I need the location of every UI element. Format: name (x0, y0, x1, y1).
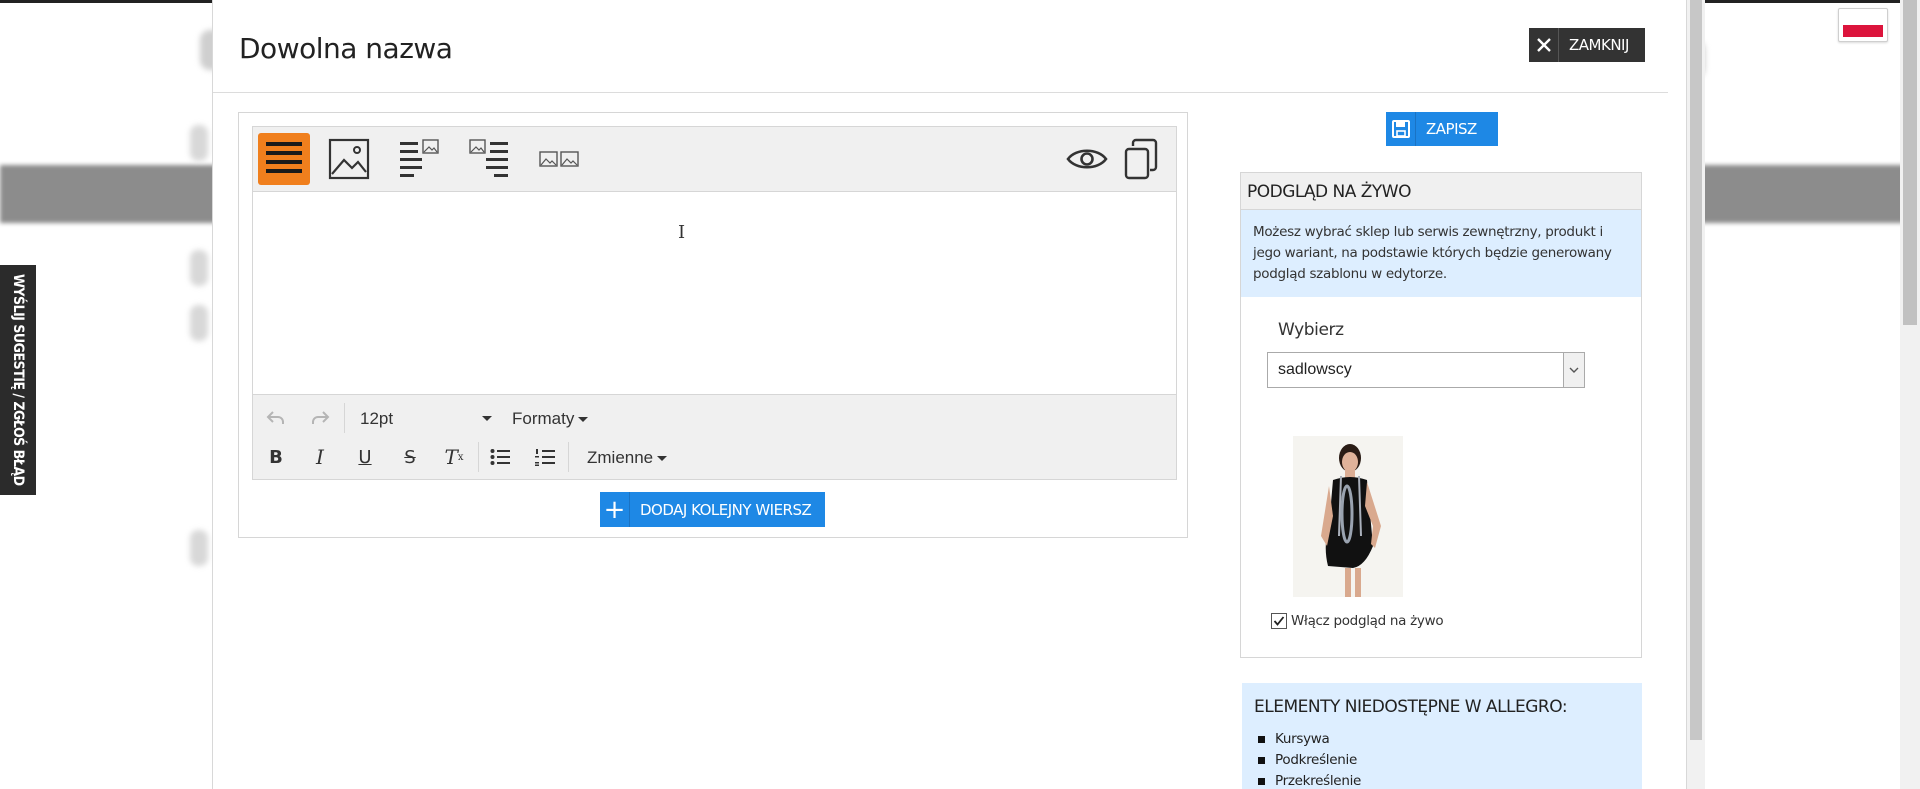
feedback-tab-label: WYŚLIJ SUGESTIĘ / ZGŁOŚ BŁĄD (10, 274, 26, 486)
editor-row: I 12pt Formaty B I U S Tx Zmienne + DODA… (238, 112, 1188, 538)
text-image-layout-button[interactable] (393, 133, 445, 185)
formats-label: Formaty (512, 409, 575, 428)
page-scrollbar-thumb[interactable] (1903, 0, 1917, 325)
image-text-layout-button[interactable] (463, 133, 515, 185)
eye-icon (1066, 149, 1108, 169)
variables-label: Zmienne (587, 448, 654, 467)
close-icon (1529, 28, 1559, 62)
font-size-value: 12pt (360, 409, 394, 428)
close-button-label: ZAMKNIJ (1569, 36, 1629, 54)
two-images-layout-button[interactable] (533, 133, 585, 185)
background-left-edge (190, 0, 212, 789)
layout-toolbar (252, 126, 1177, 192)
chevron-down-icon (657, 456, 668, 462)
unavailable-title: ELEMENTY NIEDOSTĘPNE W ALLEGRO: (1254, 697, 1568, 717)
add-row-label: DODAJ KOLEJNY WIERSZ (640, 500, 812, 519)
live-preview-panel: PODGLĄD NA ŻYWO Możesz wybrać sklep lub … (1240, 172, 1642, 658)
unavailable-list: Kursywa Podkreślenie Przekreślenie (1254, 729, 1630, 789)
language-flag-pl[interactable] (1838, 8, 1888, 42)
save-button-label: ZAPISZ (1426, 120, 1477, 138)
text-lines-icon (266, 142, 302, 173)
close-button[interactable]: ZAMKNIJ (1529, 28, 1645, 62)
floppy-disk-icon (1386, 112, 1416, 146)
chevron-down-icon (482, 416, 492, 421)
formats-dropdown[interactable]: Formaty (512, 409, 589, 429)
add-row-button[interactable]: + DODAJ KOLEJNY WIERSZ (600, 492, 825, 527)
unavailable-elements-box: ELEMENTY NIEDOSTĘPNE W ALLEGRO: Kursywa … (1242, 683, 1642, 789)
list-item: Przekreślenie (1254, 771, 1630, 789)
checkmark-icon (1271, 613, 1287, 629)
list-item: Kursywa (1254, 729, 1630, 750)
text-cursor-icon: I (678, 222, 686, 243)
numbered-list-icon[interactable] (529, 441, 561, 473)
live-preview-checkbox-label: Włącz podgląd na żywo (1291, 613, 1444, 629)
header-divider (213, 92, 1668, 93)
product-image (1293, 436, 1403, 597)
image-text-icon (469, 139, 508, 177)
live-preview-title: PODGLĄD NA ŻYWO (1241, 173, 1641, 210)
preview-button[interactable] (1061, 133, 1113, 185)
plus-icon: + (600, 492, 630, 527)
select-label: Wybierz (1278, 320, 1344, 340)
redo-icon[interactable] (304, 402, 336, 434)
variables-dropdown[interactable]: Zmienne (587, 448, 668, 468)
text-content-area[interactable]: I (252, 192, 1177, 394)
toolbar-separator (478, 442, 479, 472)
clear-formatting-icon[interactable]: Tx (438, 441, 470, 473)
font-size-dropdown[interactable]: 12pt (360, 409, 492, 429)
bold-icon[interactable]: B (260, 441, 292, 473)
image-layout-button[interactable] (323, 133, 375, 185)
toolbar-separator (568, 442, 569, 472)
chevron-down-icon (1563, 353, 1584, 387)
modal-title: Dowolna nazwa (239, 32, 453, 65)
copy-icon (1124, 138, 1158, 180)
strikethrough-icon[interactable]: S (394, 441, 426, 473)
modal-scrollbar-thumb[interactable] (1690, 0, 1702, 740)
feedback-side-tab[interactable]: WYŚLIJ SUGESTIĘ / ZGŁOŚ BŁĄD (0, 265, 36, 495)
shop-select[interactable]: sadlowscy (1267, 352, 1585, 388)
live-preview-checkbox[interactable]: Włącz podgląd na żywo (1271, 613, 1444, 629)
undo-icon[interactable] (260, 402, 292, 434)
toolbar-separator (344, 403, 345, 433)
format-toolbar: 12pt Formaty B I U S Tx Zmienne (252, 394, 1177, 480)
two-images-icon (539, 151, 579, 167)
live-preview-info: Możesz wybrać sklep lub serwis zewnętrzn… (1241, 210, 1641, 297)
editor-modal: Dowolna nazwa ZAMKNIJ I 12pt Formaty B I… (212, 0, 1687, 789)
bullet-list-icon[interactable] (484, 441, 516, 473)
text-image-icon (400, 139, 439, 177)
image-icon (328, 138, 370, 180)
list-item: Podkreślenie (1254, 750, 1630, 771)
text-layout-button[interactable] (258, 133, 310, 185)
shop-select-value: sadlowscy (1278, 361, 1352, 378)
chevron-down-icon (578, 417, 589, 423)
italic-icon[interactable]: I (304, 441, 336, 473)
copy-row-button[interactable] (1115, 133, 1167, 185)
underline-icon[interactable]: U (349, 441, 381, 473)
save-button[interactable]: ZAPISZ (1386, 112, 1498, 146)
